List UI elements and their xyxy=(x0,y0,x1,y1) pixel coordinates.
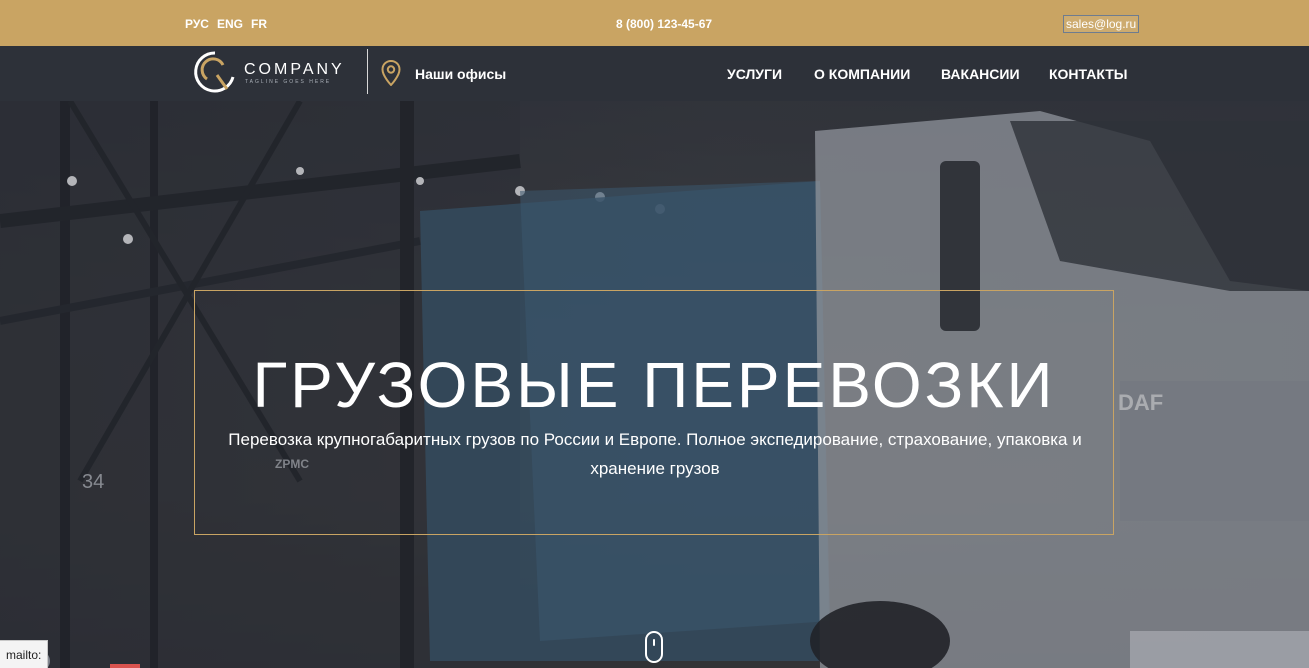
logo-name: COMPANY xyxy=(244,61,345,78)
scroll-down-icon[interactable] xyxy=(645,631,663,663)
menu-item-about[interactable]: О КОМПАНИИ xyxy=(814,66,910,82)
map-pin-icon xyxy=(381,60,401,86)
menu-item-contacts[interactable]: КОНТАКТЫ xyxy=(1049,66,1127,82)
status-accent-strip xyxy=(110,664,140,668)
main-navbar: COMPANY TAGLINE GOES HERE Наши офисы УСЛ… xyxy=(0,46,1309,101)
browser-status-bar: mailto: xyxy=(0,640,49,668)
hero-section: 34 DAF ZPMC ГРУЗОВЫЕ ПЕРЕВОЗКИ Перевозка… xyxy=(0,101,1309,668)
menu-item-vacancies[interactable]: ВАКАНСИИ xyxy=(941,66,1020,82)
nav-divider xyxy=(367,49,368,94)
lang-fr-link[interactable]: FR xyxy=(251,17,267,31)
scroll-wheel-dot xyxy=(653,639,655,646)
lang-en-link[interactable]: ENG xyxy=(217,17,243,31)
menu-item-services[interactable]: УСЛУГИ xyxy=(727,66,782,82)
logo-mark-icon xyxy=(194,51,235,93)
lang-ru-link[interactable]: РУС xyxy=(185,17,209,31)
hero-subtitle: Перевозка крупногабаритных грузов по Рос… xyxy=(228,430,1082,478)
company-logo[interactable]: COMPANY TAGLINE GOES HERE xyxy=(193,48,363,98)
hero-title: ГРУЗОВЫЕ ПЕРЕВОЗКИ xyxy=(252,349,1056,421)
top-bar: РУС ENG FR 8 (800) 123-45-67 sales@log.r… xyxy=(0,0,1309,46)
logo-tagline: TAGLINE GOES HERE xyxy=(245,79,332,85)
hero-frame: ГРУЗОВЫЕ ПЕРЕВОЗКИ Перевозка крупногабар… xyxy=(194,290,1114,535)
email-link[interactable]: sales@log.ru xyxy=(1063,15,1140,33)
phone-number[interactable]: 8 (800) 123-45-67 xyxy=(616,17,712,31)
offices-label: Наши офисы xyxy=(415,66,507,82)
